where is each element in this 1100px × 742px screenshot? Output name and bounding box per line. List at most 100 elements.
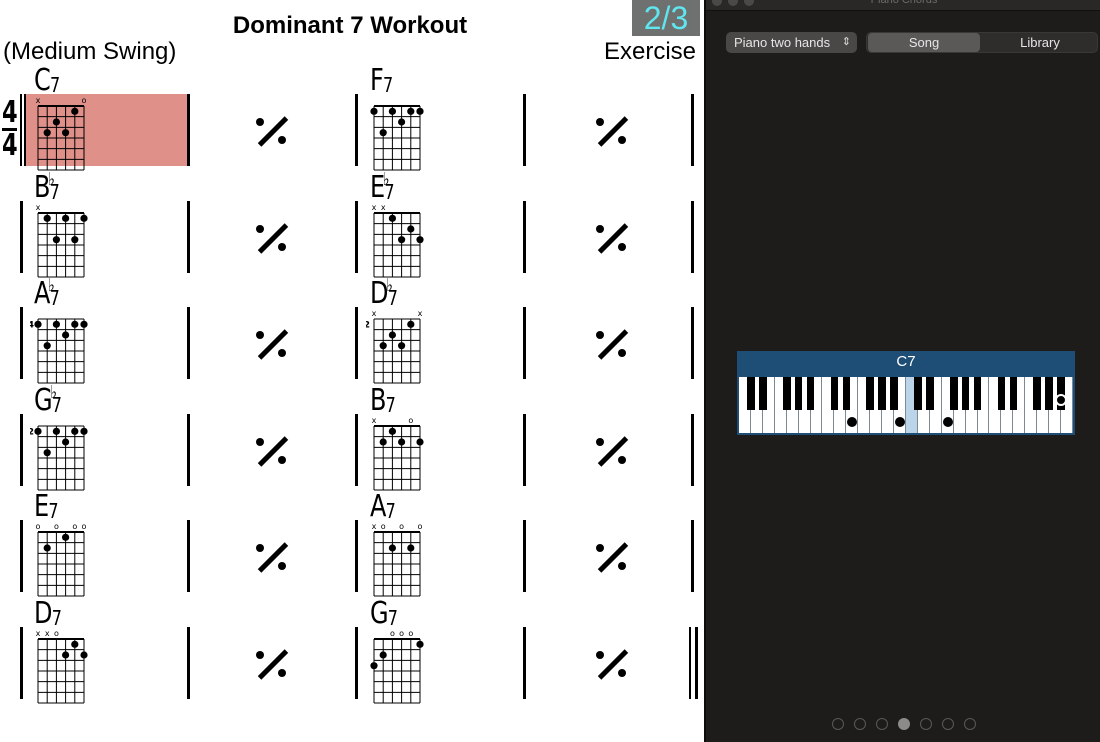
bar-line [523, 413, 526, 486]
finger-dot [43, 448, 51, 456]
chord-name: A ♭ 7 [34, 275, 60, 311]
page-dot[interactable] [898, 718, 910, 730]
open-string-marker: o [54, 629, 59, 638]
open-string-marker: o [399, 522, 404, 531]
page-dot[interactable] [942, 718, 954, 730]
open-string-marker: o [408, 629, 413, 638]
measure-repeat-icon [590, 327, 630, 363]
chord-quality: 7 [48, 499, 58, 523]
chord-diagram: ooo [370, 629, 424, 703]
black-key[interactable] [1009, 377, 1018, 410]
measure-repeat-icon [590, 434, 630, 470]
tab-song[interactable]: Song [868, 33, 980, 52]
finger-dot [379, 129, 387, 137]
black-key[interactable] [890, 377, 898, 410]
black-key[interactable] [878, 377, 886, 410]
repeat-dot [618, 668, 626, 677]
bar-line [187, 200, 190, 273]
bar-line [691, 200, 694, 273]
page-dot[interactable] [854, 718, 866, 730]
measure-repeat-icon [590, 540, 630, 576]
finger-dot [416, 437, 424, 446]
chord-name: B7 [370, 385, 396, 418]
page-dot[interactable] [876, 718, 888, 730]
page-dot[interactable] [920, 718, 932, 730]
finger-dot [62, 129, 70, 137]
window-titlebar[interactable]: Piano Chords [706, 0, 1100, 11]
chord-root: A [370, 489, 386, 524]
measure-repeat-icon [250, 327, 290, 363]
finger-dot [388, 427, 396, 435]
finger-dot [62, 214, 70, 222]
black-key[interactable] [949, 377, 958, 410]
finger-dot [370, 661, 378, 669]
black-key[interactable] [961, 377, 970, 410]
finger-dot [379, 342, 387, 350]
black-key[interactable] [782, 377, 791, 410]
chord-name: D ♭ 7 [370, 275, 398, 311]
chord-quality: 7 [49, 179, 60, 204]
finger-dot [416, 107, 424, 115]
finger-dot [34, 427, 42, 435]
black-key[interactable] [830, 377, 839, 410]
measure-repeat-icon [250, 647, 290, 683]
repeat-dot [278, 668, 286, 677]
repeat-dot [278, 242, 286, 251]
repeat-dot [596, 437, 604, 446]
bar-line [355, 200, 358, 273]
chord-root: G [34, 382, 53, 418]
black-key[interactable] [997, 377, 1006, 410]
repeat-dot [618, 349, 626, 357]
black-key[interactable] [914, 377, 922, 410]
measure-repeat-icon [590, 114, 630, 150]
open-string-marker: o [82, 96, 87, 105]
open-string-marker: o [418, 522, 423, 531]
page-dot[interactable] [964, 718, 976, 730]
black-key[interactable] [747, 377, 755, 410]
muted-string-marker: x [45, 629, 50, 638]
black-key[interactable] [842, 377, 851, 410]
muted-string-marker: x [372, 309, 377, 318]
repeat-dot [618, 242, 626, 251]
open-string-marker: o [390, 629, 395, 638]
repeat-dot [256, 118, 264, 126]
black-key[interactable] [759, 377, 767, 410]
bar-line [691, 307, 694, 379]
black-key[interactable] [926, 377, 934, 410]
open-string-marker: o [36, 522, 41, 531]
measure-repeat-icon [250, 114, 290, 150]
black-key[interactable] [973, 377, 982, 410]
measure-repeat-icon [250, 434, 290, 470]
black-key[interactable] [866, 377, 875, 410]
finger-dot [43, 214, 51, 222]
chord-diagram: xo [372, 416, 424, 490]
song-title: Dominant 7 Workout [232, 12, 468, 39]
chord-quality: 7 [49, 73, 60, 97]
finger-dot [71, 107, 79, 115]
black-key[interactable] [1033, 377, 1042, 410]
bar-line [20, 626, 23, 699]
black-key[interactable] [806, 377, 815, 410]
black-key[interactable] [1045, 377, 1053, 410]
finger-dot [71, 320, 79, 328]
instrument-select[interactable]: Piano two hands ⇕ [726, 32, 857, 53]
muted-string-marker: x [36, 96, 41, 105]
bar-line [523, 520, 526, 592]
chord-root: G [370, 595, 389, 631]
black-key[interactable] [794, 377, 803, 410]
repeat-dot [278, 562, 286, 570]
chord-quality: 7 [387, 286, 398, 310]
bar-line [355, 413, 358, 486]
song-composer: Exercise [603, 38, 696, 65]
repeat-dot [618, 562, 626, 570]
tab-library[interactable]: Library [983, 33, 1097, 52]
bar-line [20, 307, 23, 379]
chord-name: B ♭ 7 [34, 169, 60, 205]
page-dot[interactable] [832, 718, 844, 730]
bar-line [20, 94, 22, 166]
repeat-dot [278, 349, 286, 357]
finger-dot [416, 640, 424, 648]
repeat-dot [618, 136, 626, 144]
finger-dot [379, 650, 387, 659]
finger-dot [398, 437, 406, 446]
